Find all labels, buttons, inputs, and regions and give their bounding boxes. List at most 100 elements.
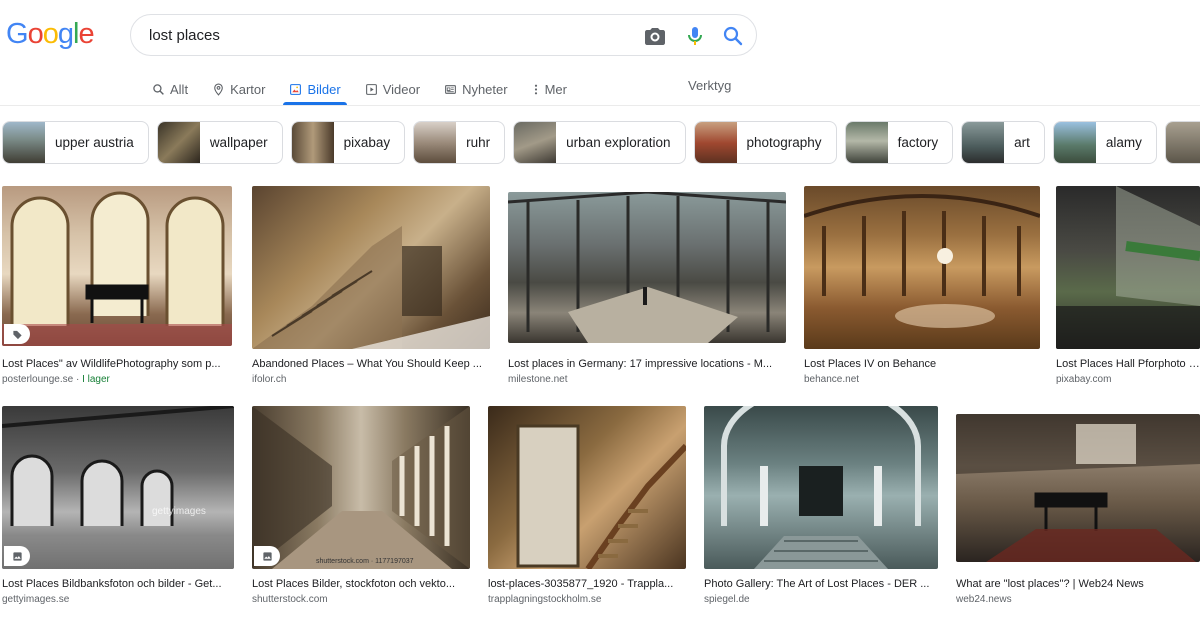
chip-label: alamy — [1105, 135, 1142, 150]
logo-letter: g — [57, 18, 74, 50]
logo-letter: o — [42, 18, 59, 50]
result-image[interactable] — [2, 186, 232, 346]
tools-button[interactable]: Verktyg — [688, 78, 731, 93]
watermark-text: shutterstock.com · 1177197037 — [316, 558, 414, 565]
image-result[interactable]: Abandoned Places – What You Should Keep … — [252, 186, 490, 386]
chip-pixabay[interactable]: pixabay — [290, 121, 406, 164]
image-result[interactable]: Lost Places" av WildlifePhotography som … — [2, 186, 232, 386]
result-image[interactable] — [488, 406, 686, 569]
result-title[interactable]: Lost Places Bilder, stockfoton och vekto… — [252, 578, 468, 590]
search-tabs: Allt Kartor Bilder Videor Nyheter Mer — [146, 74, 585, 106]
result-source[interactable]: behance.net — [804, 374, 859, 385]
result-image[interactable] — [252, 186, 490, 349]
result-image[interactable] — [704, 406, 938, 569]
search-icon[interactable] — [721, 24, 745, 48]
result-title[interactable]: Abandoned Places – What You Should Keep … — [252, 358, 488, 370]
tab-label: Allt — [170, 81, 189, 97]
chip-label: ruhr — [466, 135, 491, 150]
chip-thumbnail — [414, 122, 457, 163]
chip-thumbnail — [1165, 122, 1200, 163]
tab-images[interactable]: Bilder — [283, 74, 347, 105]
result-image[interactable] — [1056, 186, 1200, 349]
result-source[interactable]: trapplagningstockholm.se — [488, 594, 601, 605]
result-image[interactable] — [956, 414, 1200, 562]
search-box[interactable]: lost places — [130, 14, 757, 56]
image-result[interactable]: shutterstock.com · 1177197037 Lost Place… — [252, 406, 470, 606]
source-domain: posterlounge.se — [2, 374, 74, 385]
result-title[interactable]: Lost Places IV on Behance — [804, 358, 1038, 370]
tab-news[interactable]: Nyheter — [438, 74, 514, 104]
chip-thumbnail — [291, 122, 334, 163]
result-title[interactable]: lost-places-3035877_1920 - Trappla... — [488, 578, 684, 590]
result-title[interactable]: What are "lost places"? | Web24 News — [956, 578, 1200, 590]
search-input[interactable]: lost places — [149, 27, 220, 44]
result-image[interactable]: gettyimages — [2, 406, 234, 569]
result-image[interactable] — [804, 186, 1040, 349]
chip-urban-exploration[interactable]: urban exploration — [513, 121, 686, 164]
image-result[interactable]: gettyimages Lost Places Bildbanksfoton o… — [2, 406, 234, 606]
tab-label: Kartor — [230, 81, 266, 97]
tab-videos[interactable]: Videor — [359, 74, 426, 104]
image-badge — [4, 546, 30, 566]
google-logo[interactable]: Google — [6, 18, 95, 51]
chip-label: upper austria — [55, 135, 134, 150]
chip-label: pixabay — [343, 135, 391, 150]
image-result[interactable]: lost-places-3035877_1920 - Trappla... tr… — [488, 406, 686, 606]
logo-letter: o — [27, 18, 44, 50]
chip-ruhr[interactable]: ruhr — [413, 121, 506, 164]
result-source[interactable]: web24.news — [956, 594, 1012, 605]
result-source[interactable]: ifolor.ch — [252, 374, 286, 385]
image-result[interactable]: What are "lost places"? | Web24 News web… — [956, 414, 1200, 606]
image-result[interactable]: Lost places in Germany: 17 impressive lo… — [508, 192, 786, 386]
result-image[interactable]: shutterstock.com · 1177197037 — [252, 406, 470, 569]
chip-thumbnail — [1053, 122, 1096, 163]
chip-wallpaper[interactable]: wallpaper — [156, 121, 283, 164]
tab-maps[interactable]: Kartor — [206, 74, 271, 104]
result-title[interactable]: Lost Places Bildbanksfoton och bilder - … — [2, 578, 232, 590]
tag-icon — [12, 330, 22, 339]
logo-letter: G — [6, 18, 29, 50]
tab-label: Nyheter — [462, 81, 508, 97]
chip-alamy[interactable]: alamy — [1052, 121, 1157, 164]
result-title[interactable]: Lost places in Germany: 17 impressive lo… — [508, 358, 784, 370]
result-title[interactable]: Lost Places" av WildlifePhotography som … — [2, 358, 230, 370]
watermark-text: gettyimages — [152, 506, 206, 517]
result-source[interactable]: milestone.net — [508, 374, 567, 385]
image-result[interactable]: Photo Gallery: The Art of Lost Places - … — [704, 406, 938, 606]
search-icon — [153, 83, 164, 95]
result-source[interactable]: spiegel.de — [704, 594, 750, 605]
chip-thumbnail — [962, 122, 1005, 163]
chip-thumbnail — [3, 122, 45, 163]
image-result[interactable]: Lost Places Hall Pforphoto - ... pixabay… — [1056, 186, 1200, 386]
result-title[interactable]: Lost Places Hall Pforphoto - ... — [1056, 358, 1200, 370]
tab-all[interactable]: Allt — [146, 74, 194, 104]
tab-label: Bilder — [307, 81, 341, 97]
result-source[interactable]: pixabay.com — [1056, 374, 1111, 385]
more-vert-icon — [534, 84, 537, 94]
microphone-icon[interactable] — [683, 24, 707, 48]
chip-art[interactable]: art — [961, 121, 1045, 164]
result-source[interactable]: gettyimages.se — [2, 594, 69, 605]
chip-thumbnail — [157, 122, 200, 163]
result-title[interactable]: Photo Gallery: The Art of Lost Places - … — [704, 578, 936, 590]
result-image[interactable] — [508, 192, 786, 343]
tag-badge — [4, 324, 30, 344]
newspaper-icon — [445, 84, 456, 94]
image-result[interactable]: Lost Places IV on Behance behance.net — [804, 186, 1040, 386]
camera-icon[interactable] — [643, 24, 667, 48]
chip-factory[interactable]: factory — [844, 121, 954, 164]
chip-thumbnail — [514, 122, 557, 163]
chip-label: art — [1014, 135, 1030, 150]
chip-photography[interactable]: photography — [693, 121, 837, 164]
result-source[interactable]: shutterstock.com — [252, 594, 328, 605]
in-stock-label: I lager — [82, 374, 110, 385]
chip-more[interactable] — [1164, 121, 1200, 164]
image-icon — [262, 551, 272, 561]
play-icon — [365, 83, 377, 95]
result-source[interactable]: posterlounge.se · I lager — [2, 374, 110, 385]
header-divider — [0, 105, 1200, 106]
chip-upper-austria[interactable]: upper austria — [2, 121, 149, 164]
tab-more[interactable]: Mer — [526, 74, 573, 104]
chip-label: wallpaper — [209, 135, 268, 150]
chip-thumbnail — [694, 122, 737, 163]
